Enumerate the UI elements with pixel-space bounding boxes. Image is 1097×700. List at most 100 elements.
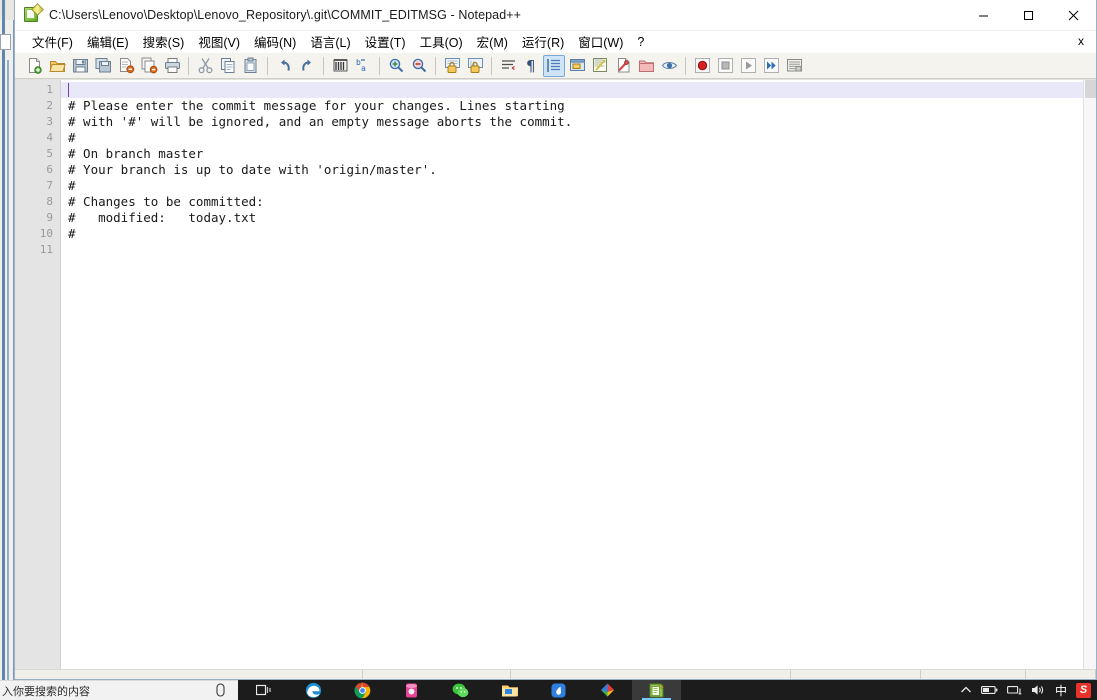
line-number: 7: [46, 179, 53, 192]
toolbar-separator: [435, 56, 436, 75]
maximize-icon[interactable]: [1006, 0, 1051, 31]
titlebar[interactable]: C:\Users\Lenovo\Desktop\Lenovo_Repositor…: [15, 0, 1096, 31]
pink-app-icon[interactable]: [387, 680, 436, 700]
ime-icon[interactable]: 中: [1055, 682, 1067, 699]
menu-edit[interactable]: 编辑(E): [80, 30, 136, 53]
screen: C:\Users\Lenovo\Desktop\Lenovo_Repositor…: [0, 0, 1097, 700]
menu-tools[interactable]: 工具(O): [413, 30, 470, 53]
volume-icon[interactable]: [1031, 684, 1046, 696]
close-icon[interactable]: [1051, 0, 1096, 31]
network-icon[interactable]: [1007, 685, 1022, 696]
background-window-edge: [2, 0, 5, 680]
save-all-icon[interactable]: [92, 55, 114, 77]
line-number: 8: [46, 195, 53, 208]
copy-icon[interactable]: [217, 55, 239, 77]
sync-h-scroll-icon[interactable]: [464, 55, 486, 77]
menu-run[interactable]: 运行(R): [515, 30, 571, 53]
line-number: 6: [46, 163, 53, 176]
menu-window[interactable]: 窗口(W): [571, 30, 630, 53]
editor-area[interactable]: 1 2 3 4 5 6 7 8 9 10 11 # Please enter t…: [15, 79, 1096, 669]
redo-icon[interactable]: [296, 55, 318, 77]
menu-macro[interactable]: 宏(M): [470, 30, 515, 53]
background-window-tab[interactable]: [0, 34, 11, 50]
code-line[interactable]: # Changes to be committed:: [61, 194, 1096, 210]
replace-icon[interactable]: ba: [352, 55, 374, 77]
edge-icon[interactable]: [289, 680, 338, 700]
find-icon[interactable]: [329, 55, 351, 77]
zoom-in-icon[interactable]: [385, 55, 407, 77]
code-line[interactable]: # modified: today.txt: [61, 210, 1096, 226]
menu-language[interactable]: 语言(L): [303, 30, 357, 53]
indent-guide-icon[interactable]: [543, 54, 565, 77]
colorful-app-icon[interactable]: [583, 680, 632, 700]
file-explorer-icon[interactable]: [485, 680, 534, 700]
sync-v-scroll-icon[interactable]: [441, 55, 463, 77]
show-all-chars-icon[interactable]: ¶: [520, 55, 542, 77]
code-line[interactable]: #: [61, 130, 1096, 146]
menu-encoding[interactable]: 编码(N): [247, 30, 303, 53]
code-line[interactable]: #: [61, 226, 1096, 242]
task-view-icon[interactable]: [240, 680, 289, 700]
cut-icon[interactable]: [194, 55, 216, 77]
window-title: C:\Users\Lenovo\Desktop\Lenovo_Repositor…: [49, 8, 522, 22]
toolbar-separator: [491, 56, 492, 75]
menu-search[interactable]: 搜索(S): [136, 30, 192, 53]
save-macro-icon[interactable]: [783, 55, 805, 77]
stop-macro-icon[interactable]: [714, 55, 736, 77]
undo-icon[interactable]: [273, 55, 295, 77]
code-line[interactable]: # with '#' will be ignored, and an empty…: [61, 114, 1096, 130]
record-macro-icon[interactable]: [691, 55, 713, 77]
folder-workspace-icon[interactable]: [635, 55, 657, 77]
notepad-plus-plus-icon[interactable]: [632, 680, 681, 700]
menu-view[interactable]: 视图(V): [191, 30, 247, 53]
line-number: 10: [39, 227, 53, 240]
doc-map-icon[interactable]: [589, 55, 611, 77]
menu-file[interactable]: 文件(F): [25, 30, 80, 53]
code-line[interactable]: [61, 242, 1096, 258]
play-macro-icon[interactable]: [737, 55, 759, 77]
taskbar-search-box[interactable]: 入你要搜索的内容: [0, 680, 238, 700]
blue-app-icon[interactable]: [534, 680, 583, 700]
menu-help[interactable]: ?: [630, 33, 651, 51]
scrollbar-thumb[interactable]: [1085, 80, 1096, 98]
print-icon[interactable]: [161, 55, 183, 77]
word-wrap-icon[interactable]: [497, 55, 519, 77]
line-number: 5: [46, 147, 53, 160]
toolbar-separator: [685, 56, 686, 75]
statusbar: [15, 669, 1096, 679]
line-number: 3: [46, 115, 53, 128]
code-line[interactable]: # Your branch is up to date with 'origin…: [61, 162, 1096, 178]
code-line[interactable]: # On branch master: [61, 146, 1096, 162]
code-text-area[interactable]: # Please enter the commit message for yo…: [61, 80, 1096, 669]
vertical-scrollbar[interactable]: [1083, 80, 1096, 669]
ui-dialog-icon[interactable]: [566, 55, 588, 77]
line-number: 9: [46, 211, 53, 224]
zoom-out-icon[interactable]: [408, 55, 430, 77]
monitoring-icon[interactable]: [658, 55, 680, 77]
code-line[interactable]: # Please enter the commit message for yo…: [61, 98, 1096, 114]
show-hidden-icons-icon[interactable]: [960, 685, 972, 695]
statusbar-length-lines: [363, 670, 511, 679]
menu-settings[interactable]: 设置(T): [358, 30, 413, 53]
new-file-icon[interactable]: [23, 55, 45, 77]
paste-icon[interactable]: [240, 55, 262, 77]
save-icon[interactable]: [69, 55, 91, 77]
chrome-icon[interactable]: [338, 680, 387, 700]
sogou-icon[interactable]: S: [1076, 682, 1091, 698]
search-input-placeholder: 入你要搜索的内容: [2, 684, 90, 698]
battery-icon[interactable]: [981, 685, 998, 695]
close-all-icon[interactable]: [138, 55, 160, 77]
wechat-icon[interactable]: [436, 680, 485, 700]
line-number: 11: [39, 243, 53, 256]
open-file-icon[interactable]: [46, 55, 68, 77]
background-window[interactable]: [0, 0, 14, 680]
play-multi-icon[interactable]: [760, 55, 782, 77]
minimize-icon[interactable]: [961, 0, 1006, 31]
statusbar-caret-position: [511, 670, 791, 679]
document-close-button[interactable]: x: [1078, 34, 1084, 48]
close-file-icon[interactable]: [115, 55, 137, 77]
cortana-icon[interactable]: [215, 683, 226, 700]
function-list-icon[interactable]: [612, 55, 634, 77]
code-line[interactable]: #: [61, 178, 1096, 194]
code-line[interactable]: [61, 82, 1096, 98]
